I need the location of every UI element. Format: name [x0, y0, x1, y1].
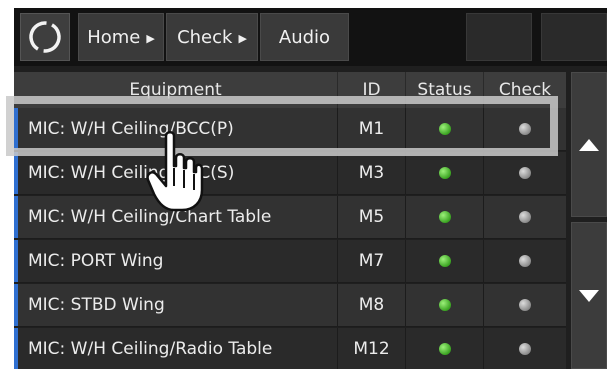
- table-row[interactable]: MIC: PORT Wing M7: [14, 240, 566, 283]
- breadcrumb-home[interactable]: Home ▶: [78, 13, 164, 61]
- check-cell[interactable]: [484, 152, 566, 194]
- check-indicator: [519, 211, 531, 223]
- table-row[interactable]: MIC: W/H Ceiling/Chart Table M5: [14, 196, 566, 239]
- check-cell[interactable]: [484, 240, 566, 282]
- chevron-right-icon: ▶: [238, 32, 247, 45]
- logo-button[interactable]: [20, 13, 70, 61]
- table-row[interactable]: MIC: STBD Wing M8: [14, 284, 566, 327]
- topbar-blank-button-2[interactable]: [541, 13, 607, 61]
- breadcrumb-check[interactable]: Check ▶: [166, 13, 258, 61]
- check-cell[interactable]: [484, 328, 566, 369]
- id-cell: M8: [338, 284, 406, 326]
- equipment-cell: MIC: W/H Ceiling/Radio Table: [14, 328, 338, 369]
- status-ok-indicator: [439, 167, 451, 179]
- id-cell: M7: [338, 240, 406, 282]
- check-indicator: [519, 299, 531, 311]
- topbar-blank-button-1[interactable]: [466, 13, 532, 61]
- check-indicator: [519, 167, 531, 179]
- triangle-up-icon: [579, 138, 599, 151]
- top-bar: Home ▶ Check ▶ Audio: [14, 8, 607, 66]
- app-screen: Home ▶ Check ▶ Audio Equipment ID Status…: [14, 8, 607, 369]
- equipment-cell: MIC: PORT Wing: [14, 240, 338, 282]
- status-cell: [406, 328, 484, 369]
- table-row[interactable]: MIC: W/H Ceiling/BCC(S) M3: [14, 152, 566, 195]
- breadcrumb-check-label: Check: [177, 26, 233, 48]
- ring-logo-icon: [29, 21, 61, 53]
- scroll-down-button[interactable]: [571, 222, 607, 369]
- status-ok-indicator: [439, 255, 451, 267]
- id-cell: M5: [338, 196, 406, 238]
- status-cell: [406, 152, 484, 194]
- status-cell: [406, 196, 484, 238]
- breadcrumb-audio[interactable]: Audio: [260, 13, 349, 61]
- check-indicator: [519, 343, 531, 355]
- id-cell: M3: [338, 152, 406, 194]
- status-ok-indicator: [439, 343, 451, 355]
- status-ok-indicator: [439, 299, 451, 311]
- table-row[interactable]: MIC: W/H Ceiling/Radio Table M12: [14, 328, 566, 369]
- check-indicator: [519, 255, 531, 267]
- hand-pointer-icon: [146, 131, 204, 212]
- id-cell: M12: [338, 328, 406, 369]
- equipment-cell: MIC: STBD Wing: [14, 284, 338, 326]
- status-cell: [406, 284, 484, 326]
- status-ok-indicator: [439, 211, 451, 223]
- check-cell[interactable]: [484, 284, 566, 326]
- breadcrumb-home-label: Home: [87, 26, 141, 48]
- check-cell[interactable]: [484, 196, 566, 238]
- row-highlight-frame: [6, 96, 558, 156]
- chevron-right-icon: ▶: [146, 32, 155, 45]
- triangle-down-icon: [579, 289, 599, 302]
- breadcrumb-audio-label: Audio: [278, 26, 331, 48]
- status-cell: [406, 240, 484, 282]
- scroll-up-button[interactable]: [571, 72, 607, 217]
